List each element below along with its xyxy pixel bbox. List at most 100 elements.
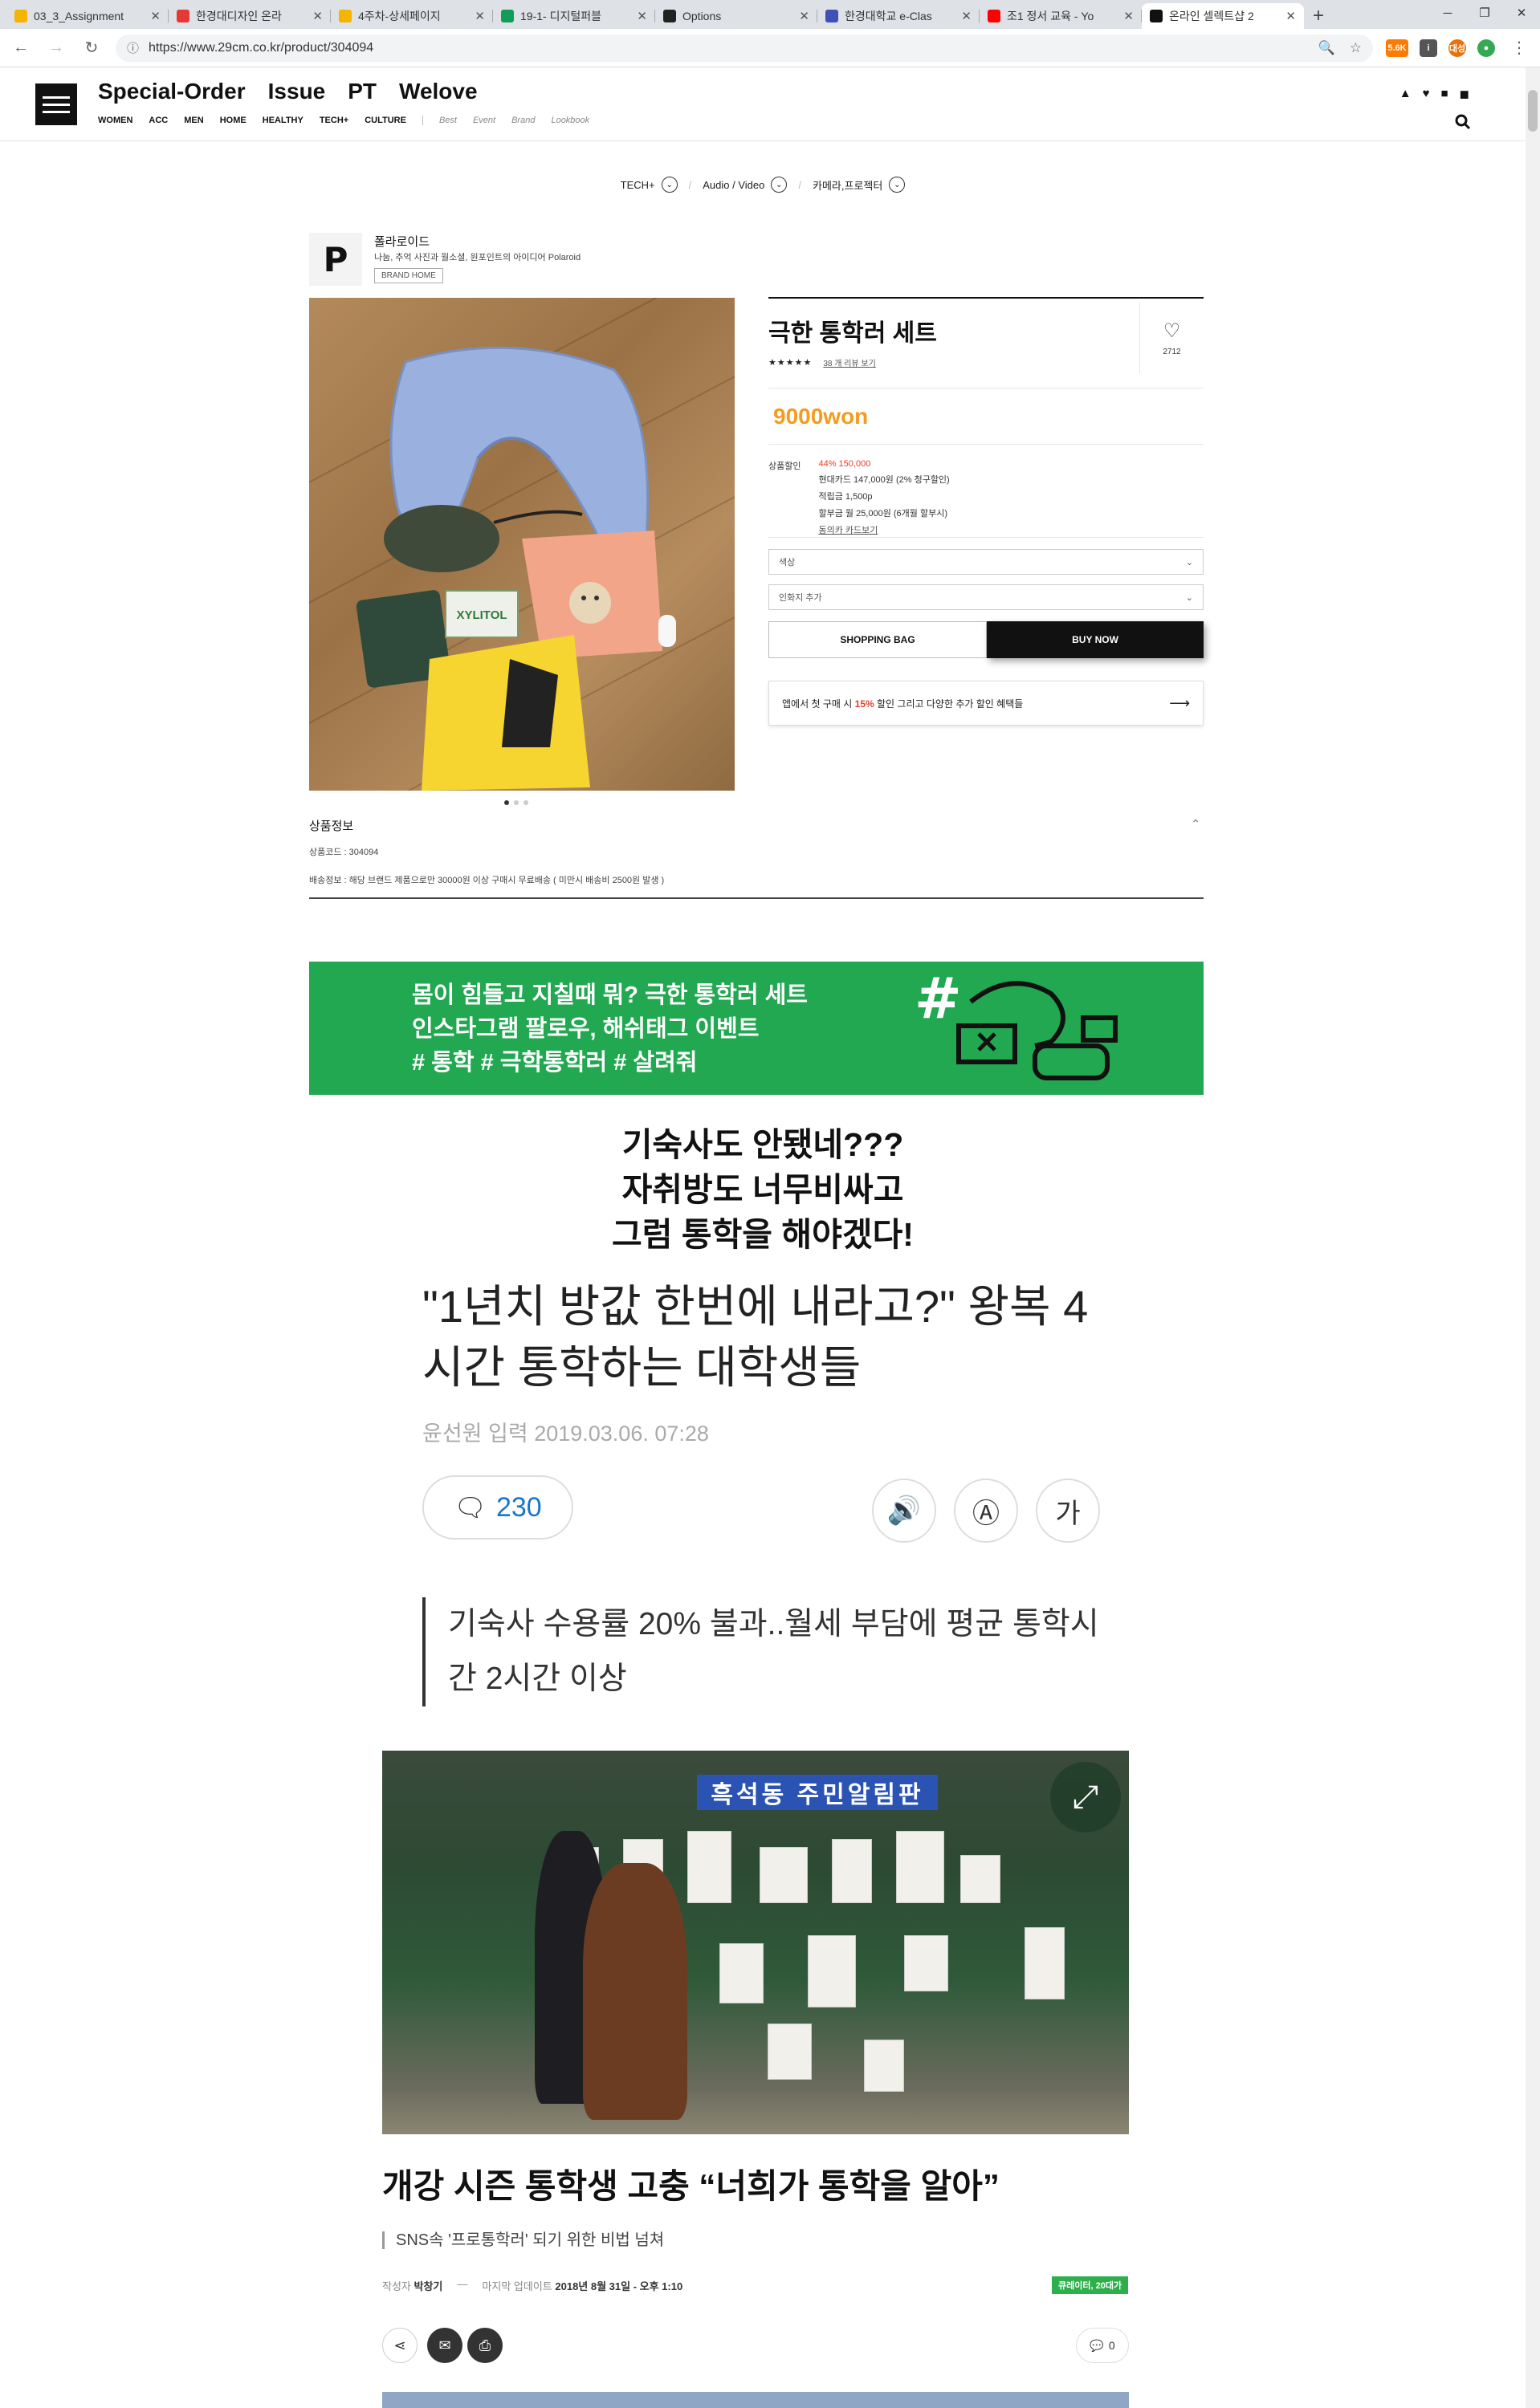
crumb-divider: / [688, 178, 692, 191]
notice-paper [808, 1935, 856, 2007]
comment-count-button[interactable]: 💬 0 [1076, 2328, 1129, 2363]
reload-icon[interactable]: ↻ [80, 38, 103, 58]
nav-home[interactable]: HOME [220, 116, 246, 125]
heart-icon[interactable]: ♥ [1423, 87, 1430, 101]
close-tab-icon[interactable]: ✕ [799, 9, 809, 23]
discount-label: 상품할인 [768, 462, 801, 471]
crumb-audio-video[interactable]: Audio / Video ⌄ [703, 177, 788, 193]
pager-dot[interactable] [504, 800, 509, 805]
minimize-icon[interactable]: ─ [1429, 0, 1466, 26]
sync-icon[interactable]: ● [1477, 39, 1495, 57]
browser-tab[interactable]: 19-1- 디지털퍼블 ✕ [493, 3, 655, 29]
next-image-strip [382, 2392, 1129, 2408]
nav-pt[interactable]: PT [348, 79, 377, 104]
event-banner[interactable]: 몸이 힘들고 지칠때 뭐? 극한 통학러 세트 인스타그램 팔로우, 해쉬태그 … [309, 962, 1204, 1095]
new-tab-button[interactable]: + [1304, 3, 1333, 29]
notice-board-sign: 흑석동 주민알림판 [697, 1775, 938, 1810]
category-badge[interactable]: 큐레이터, 20대가 [1052, 2276, 1129, 2294]
zoom-icon[interactable]: 🔍 [1318, 40, 1335, 56]
brand-home-button[interactable]: BRAND HOME [374, 268, 443, 283]
user-icon[interactable]: ▲ [1399, 87, 1412, 101]
close-tab-icon[interactable]: ✕ [1285, 9, 1296, 23]
nav-tech[interactable]: TECH+ [320, 116, 348, 125]
close-tab-icon[interactable]: ✕ [637, 9, 647, 23]
translate-icon[interactable]: Ⓐ [954, 1479, 1018, 1543]
extensions: 5.6K i 대성 ● [1386, 39, 1495, 57]
back-icon[interactable]: ← [10, 39, 32, 57]
photo-pager[interactable] [504, 800, 528, 805]
brand-logo[interactable]: P [309, 233, 362, 286]
pager-dot[interactable] [514, 800, 519, 805]
like-button[interactable]: ♡ 2712 [1139, 302, 1204, 374]
tab-label: 19-1- 디지털퍼블 [520, 10, 601, 22]
nav-welove[interactable]: Welove [399, 79, 478, 104]
nav-event[interactable]: Event [473, 116, 495, 125]
search-icon[interactable] [1455, 114, 1471, 135]
close-tab-icon[interactable]: ✕ [475, 9, 485, 23]
brand-name[interactable]: 폴라로이드 [374, 233, 430, 250]
option-paper-select[interactable]: 인화지 추가 ⌄ [768, 584, 1204, 610]
pager-dot[interactable] [524, 800, 528, 805]
option-color-select[interactable]: 색상 ⌄ [768, 549, 1204, 575]
close-tab-icon[interactable]: ✕ [961, 9, 972, 23]
browser-tab[interactable]: 4주차-상세페이지 ✕ [331, 3, 493, 29]
nav-lookbook[interactable]: Lookbook [551, 116, 589, 125]
comment-button[interactable]: 🗨 230 [422, 1475, 573, 1540]
news-photo[interactable]: 흑석동 주민알림판 ⤢ [382, 1751, 1129, 2134]
nav-special-order[interactable]: Special-Order [98, 79, 246, 104]
favicon-icon [339, 10, 352, 22]
crumb-camera[interactable]: 카메라,프로젝터 ⌄ [813, 177, 906, 193]
browser-tab[interactable]: 조1 정서 교육 - Yo ✕ [980, 3, 1142, 29]
nav-brand[interactable]: Brand [511, 116, 535, 125]
extension-badge-icon[interactable]: 5.6K [1386, 39, 1408, 57]
close-tab-icon[interactable]: ✕ [312, 9, 323, 23]
nav-men[interactable]: MEN [184, 116, 203, 125]
url-text[interactable]: https://www.29cm.co.kr/product/304094 [149, 41, 373, 55]
expand-icon[interactable]: ⤢ [1050, 1762, 1121, 1832]
tab-label: 03_3_Assignment [34, 10, 124, 22]
speaker-icon[interactable]: 🔊 [872, 1479, 936, 1543]
installment: 할부금 월 25,000원 (6개월 할부시) [818, 509, 947, 519]
product-photo[interactable]: XYLITOL [309, 298, 735, 791]
page-scrollbar[interactable] [1526, 67, 1540, 2408]
crumb-tech[interactable]: TECH+ ⌄ [621, 177, 678, 193]
buy-now-button[interactable]: BUY NOW [987, 621, 1204, 658]
scrollbar-thumb[interactable] [1528, 90, 1538, 132]
menu-icon[interactable]: ⋮ [1508, 38, 1530, 58]
address-bar[interactable]: ⓘ https://www.29cm.co.kr/product/304094 … [116, 34, 1373, 62]
review-link[interactable]: 38 개 리뷰 보기 [823, 356, 875, 368]
restore-icon[interactable]: ❐ [1466, 0, 1503, 26]
mail-icon[interactable]: ✉ [427, 2328, 462, 2363]
card-info-link[interactable]: 동의카 카드보기 [818, 523, 949, 536]
forward-icon[interactable]: → [45, 39, 67, 57]
nav-culture[interactable]: CULTURE [365, 116, 406, 125]
browser-tab[interactable]: 한경대디자인 온라 ✕ [169, 3, 331, 29]
browser-tab[interactable]: Options ✕ [655, 3, 817, 29]
chevron-up-icon[interactable]: ⌃ [1191, 817, 1200, 831]
extension-icon[interactable]: i [1420, 39, 1437, 57]
close-tab-icon[interactable]: ✕ [1123, 9, 1134, 23]
chat-icon[interactable]: ◼ [1460, 87, 1469, 101]
shopping-bag-button[interactable]: SHOPPING BAG [768, 621, 987, 658]
nav-best[interactable]: Best [439, 116, 457, 125]
font-size-button[interactable]: 가 [1036, 1479, 1100, 1543]
info-icon[interactable]: ⓘ [127, 39, 139, 56]
browser-tab[interactable]: 온라인 셀렉트샵 2 ✕ [1142, 3, 1304, 29]
nav-acc[interactable]: ACC [149, 116, 168, 125]
chevron-down-icon: ⌄ [661, 177, 678, 193]
close-tab-icon[interactable]: ✕ [150, 9, 161, 23]
close-window-icon[interactable]: ✕ [1503, 0, 1540, 26]
browser-tab[interactable]: 03_3_Assignment ✕ [6, 3, 169, 29]
site-logo[interactable] [35, 83, 77, 125]
nav-issue[interactable]: Issue [268, 79, 326, 104]
print-icon[interactable]: ⎙ [467, 2328, 503, 2363]
profile-avatar[interactable]: 대성 [1448, 39, 1466, 57]
share-icon[interactable]: ⋖ [382, 2328, 418, 2363]
browser-tab-bar: 03_3_Assignment ✕ 한경대디자인 온라 ✕ 4주차-상세페이지 ✕ 19-1… [0, 0, 1540, 29]
app-promo-banner[interactable]: 앱에서 첫 구매 시 15% 할인 그리고 다양한 추가 할인 혜택들 ⟶ [768, 681, 1204, 726]
nav-women[interactable]: WOMEN [98, 116, 132, 125]
bag-icon[interactable]: ■ [1440, 87, 1448, 101]
nav-healthy[interactable]: HEALTHY [263, 116, 304, 125]
browser-tab[interactable]: 한경대학교 e-Clas ✕ [817, 3, 980, 29]
bookmark-star-icon[interactable]: ☆ [1350, 40, 1362, 56]
